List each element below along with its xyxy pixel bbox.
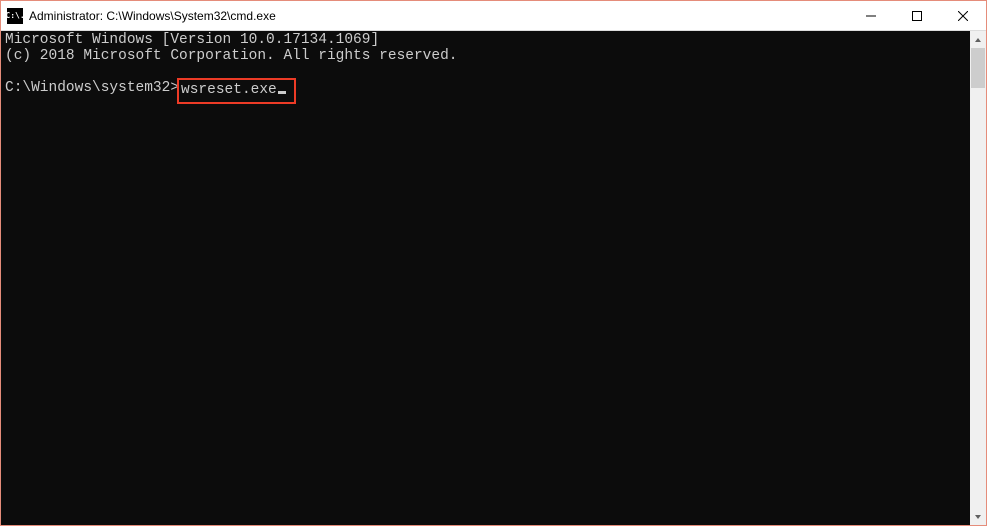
- maximize-button[interactable]: [894, 1, 940, 30]
- cmd-icon-text: C:\.: [5, 12, 24, 20]
- terminal-output-line: (c) 2018 Microsoft Corporation. All righ…: [5, 49, 966, 65]
- close-button[interactable]: [940, 1, 986, 30]
- prompt-line: C:\Windows\system32>wsreset.exe: [5, 81, 966, 104]
- terminal-content[interactable]: Microsoft Windows [Version 10.0.17134.10…: [1, 31, 970, 525]
- prompt: C:\Windows\system32>: [5, 81, 179, 97]
- terminal-output-line: Microsoft Windows [Version 10.0.17134.10…: [5, 33, 966, 49]
- scrollbar-thumb[interactable]: [971, 48, 985, 88]
- scrollbar-up-arrow-icon[interactable]: [970, 31, 986, 48]
- window-controls: [848, 1, 986, 30]
- vertical-scrollbar[interactable]: [970, 31, 986, 525]
- scrollbar-down-arrow-icon[interactable]: [970, 508, 986, 525]
- terminal-area: Microsoft Windows [Version 10.0.17134.10…: [1, 31, 986, 525]
- terminal-blank-line: [5, 65, 966, 81]
- cmd-icon: C:\.: [7, 8, 23, 24]
- command-highlight-box: wsreset.exe: [177, 78, 296, 104]
- window-title: Administrator: C:\Windows\System32\cmd.e…: [29, 9, 848, 23]
- cmd-window: C:\. Administrator: C:\Windows\System32\…: [0, 0, 987, 526]
- minimize-button[interactable]: [848, 1, 894, 30]
- cursor: [278, 91, 286, 94]
- command-input[interactable]: wsreset.exe: [181, 83, 277, 99]
- titlebar[interactable]: C:\. Administrator: C:\Windows\System32\…: [1, 1, 986, 31]
